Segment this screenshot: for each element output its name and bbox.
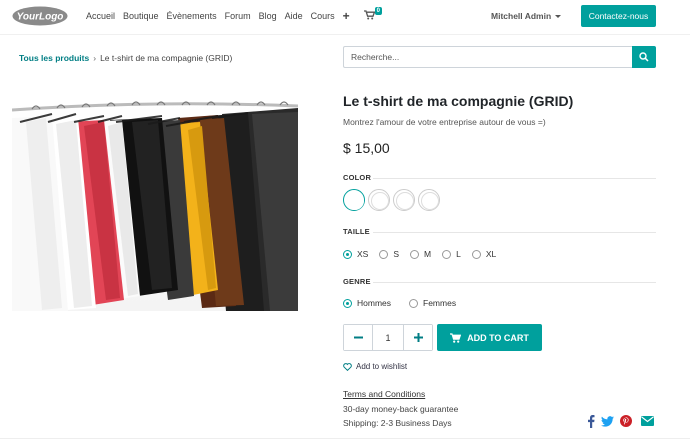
contact-us-button[interactable]: Contactez-nous — [581, 5, 656, 27]
pinterest-icon[interactable] — [619, 414, 633, 428]
heart-icon — [343, 362, 352, 371]
color-swatch-4[interactable] — [418, 189, 440, 211]
color-label: COLOR — [343, 173, 372, 182]
size-divider — [373, 232, 656, 233]
size-option-xl[interactable]: XL — [471, 249, 497, 259]
shopping-cart-icon — [363, 10, 375, 20]
quantity-input[interactable] — [372, 325, 404, 350]
top-navbar: YourLogo Accueil Boutique Évènements For… — [0, 0, 690, 34]
nav-item-forum[interactable]: Forum — [225, 11, 251, 21]
color-divider — [373, 178, 656, 179]
guarantee-text: 30-day money-back guarantee — [343, 404, 459, 414]
radio-xs[interactable] — [343, 249, 352, 259]
gender-option-label: Femmes — [423, 298, 457, 308]
header-divider — [0, 34, 690, 35]
plus-icon — [413, 333, 423, 342]
size-option-label: XL — [485, 249, 497, 259]
twitter-icon[interactable] — [600, 414, 614, 428]
search-icon — [639, 51, 649, 62]
nav-item-aide[interactable]: Aide — [285, 11, 303, 21]
quantity-increase-button[interactable] — [404, 325, 432, 350]
color-swatch-2[interactable] — [368, 189, 390, 211]
quantity-stepper — [343, 324, 433, 351]
product-subtitle: Montrez l'amour de votre entreprise auto… — [343, 117, 546, 127]
radio-femmes[interactable] — [409, 298, 419, 308]
size-option-label: XS — [357, 249, 369, 259]
nav-item-cours[interactable]: Cours — [311, 11, 335, 21]
radio-m[interactable] — [410, 249, 420, 259]
add-to-wishlist-link[interactable]: Add to wishlist — [343, 362, 407, 371]
tshirts-on-hangers-image — [12, 100, 298, 311]
search-input[interactable] — [343, 46, 633, 68]
user-name: Mitchell Admin — [491, 11, 552, 21]
product-price: $ 15,00 — [343, 140, 390, 156]
footer-divider — [0, 438, 690, 439]
breadcrumb-current: Le t-shirt de ma compagnie (GRID) — [100, 53, 233, 63]
search-button[interactable] — [632, 46, 656, 68]
size-option-l[interactable]: L — [442, 249, 461, 259]
size-option-label: L — [456, 249, 461, 259]
gender-label: GENRE — [343, 277, 371, 286]
main-menu: Accueil Boutique Évènements Forum Blog A… — [86, 7, 384, 22]
size-label: TAILLE — [343, 227, 370, 236]
size-option-label: S — [393, 249, 400, 259]
radio-s[interactable] — [379, 249, 389, 259]
size-option-s[interactable]: S — [379, 249, 399, 259]
cart-link[interactable]: 0 — [363, 7, 384, 22]
size-options: XS S M L XL — [343, 249, 507, 259]
shipping-text: Shipping: 2-3 Business Days — [343, 418, 452, 428]
nav-item-evenements[interactable]: Évènements — [167, 11, 217, 21]
radio-hommes[interactable] — [343, 298, 352, 308]
logo-text: YourLogo — [17, 12, 64, 23]
breadcrumb: Tous les produits › Le t-shirt de ma compa… — [19, 53, 232, 63]
caret-down-icon — [555, 15, 562, 19]
wishlist-label: Add to wishlist — [356, 362, 408, 371]
breadcrumb-separator: › — [93, 53, 97, 63]
size-option-xs[interactable]: XS — [343, 249, 368, 259]
gender-options: Hommes Femmes — [343, 298, 467, 308]
quantity-decrease-button[interactable] — [344, 325, 372, 350]
size-option-m[interactable]: M — [410, 249, 431, 259]
logo[interactable]: YourLogo — [12, 6, 68, 26]
terms-and-conditions-link[interactable]: Terms and Conditions — [343, 389, 425, 399]
radio-l[interactable] — [442, 249, 452, 259]
gender-divider — [373, 282, 656, 283]
product-image[interactable] — [12, 100, 298, 311]
color-swatch-3[interactable] — [393, 189, 415, 211]
shopping-cart-icon — [450, 332, 462, 343]
minus-icon — [353, 336, 363, 339]
product-title: Le t-shirt de ma compagnie (GRID) — [343, 93, 574, 109]
size-option-label: M — [424, 249, 432, 259]
gender-option-label: Hommes — [357, 298, 392, 308]
email-icon[interactable] — [640, 414, 654, 428]
nav-item-blog[interactable]: Blog — [259, 11, 277, 21]
gender-option-hommes[interactable]: Hommes — [343, 298, 391, 308]
cart-count-badge: 0 — [374, 7, 382, 15]
gender-option-femmes[interactable]: Femmes — [409, 298, 456, 308]
radio-xl[interactable] — [471, 249, 481, 259]
color-swatch-1[interactable] — [343, 189, 365, 211]
breadcrumb-all-products[interactable]: Tous les produits — [19, 53, 89, 63]
add-to-cart-button[interactable]: ADD TO CART — [437, 324, 542, 351]
plus-icon[interactable]: + — [343, 10, 350, 22]
user-menu[interactable]: Mitchell Admin — [491, 11, 562, 21]
facebook-icon[interactable] — [584, 414, 598, 428]
add-to-cart-label: ADD TO CART — [467, 332, 529, 343]
nav-item-accueil[interactable]: Accueil — [86, 11, 115, 21]
nav-item-boutique[interactable]: Boutique — [123, 11, 159, 21]
